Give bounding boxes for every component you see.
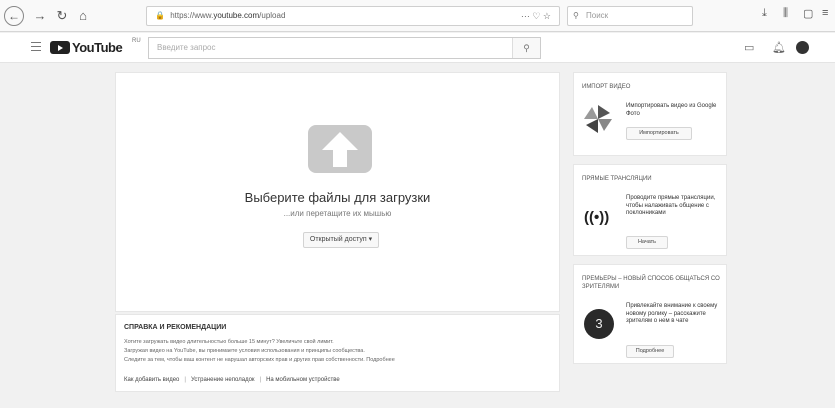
help-line: Следите за тем, чтобы ваш контент не нар… (124, 357, 395, 363)
url-path: /upload (259, 11, 286, 20)
browser-search-field[interactable]: ⚲ Поиск (567, 6, 693, 26)
premiere-card-text: Привлекайте внимание к своему новому рол… (626, 303, 718, 324)
upload-arrow-icon[interactable] (308, 125, 372, 173)
help-link-how-to-upload[interactable]: Как добавить видео (124, 377, 179, 383)
import-card-title: ИМПОРТ ВИДЕО (582, 84, 631, 90)
home-icon[interactable]: ⌂ (75, 8, 91, 24)
url-host: youtube.com (213, 11, 260, 20)
download-icon[interactable]: ⤓ (762, 7, 767, 20)
help-line: Загружая видео на YouTube, вы принимаете… (124, 348, 365, 354)
live-card-text: Проводите прямые трансляции, чтобы налаж… (626, 195, 716, 216)
premiere-card-title: ПРЕМЬЕРЫ – НОВЫЙ СПОСОБ ОБЩАТЬСЯ СО ЗРИТ… (582, 276, 720, 290)
premiere-countdown-icon: 3 (584, 309, 614, 339)
upload-title: Выберите файлы для загрузки (244, 190, 431, 205)
logo-text: YouTube (72, 40, 123, 55)
create-video-icon[interactable]: ▭ (744, 41, 754, 54)
notifications-bell-icon[interactable]: 🔔︎ (772, 41, 786, 54)
start-live-button[interactable]: Начать (626, 236, 668, 249)
help-link-mobile[interactable]: На мобильном устройстве (266, 377, 340, 383)
help-section: СПРАВКА И РЕКОМЕНДАЦИИ Хотите загружать … (115, 314, 560, 392)
lock-icon: 🔒 (155, 11, 165, 20)
learn-more-button[interactable]: Подробнее (626, 345, 674, 358)
browser-menu-icon[interactable]: ≡ (822, 7, 828, 19)
browser-search-placeholder: Поиск (586, 11, 609, 20)
live-card-title: ПРЯМЫЕ ТРАНСЛЯЦИИ (582, 176, 652, 182)
library-icon[interactable]: ⫼ (783, 7, 788, 20)
arrow-stem (333, 149, 347, 167)
sidebar-icon[interactable]: ▢ (803, 7, 813, 20)
privacy-dropdown[interactable]: Открытый доступ ▾ (303, 232, 379, 248)
premiere-card: ПРЕМЬЕРЫ – НОВЫЙ СПОСОБ ОБЩАТЬСЯ СО ЗРИТ… (573, 264, 727, 364)
import-button[interactable]: Импортировать (626, 127, 692, 140)
import-video-card: ИМПОРТ ВИДЕО Импортировать видео из Goog… (573, 72, 727, 156)
arrow-head (322, 132, 358, 150)
logo-region: RU (132, 38, 141, 44)
search-button[interactable]: ⚲ (512, 38, 540, 58)
avatar[interactable] (796, 41, 809, 54)
help-links: Как добавить видео | Устранение неполадок |… (124, 377, 340, 383)
import-card-text: Импортировать видео из Google Фото (626, 103, 717, 117)
search-placeholder: Введите запрос (157, 43, 216, 52)
url-prefix: https://www. (170, 11, 214, 20)
browser-toolbar: ← → ↻ ⌂ 🔒 https://www.youtube.com/upload… (0, 0, 835, 32)
youtube-search-input[interactable]: Введите запрос ⚲ (148, 37, 541, 59)
page-actions-icons[interactable]: ··· ♡ ☆ (521, 7, 551, 25)
help-title: СПРАВКА И РЕКОМЕНДАЦИИ (124, 324, 227, 331)
reload-icon[interactable]: ↻ (54, 8, 70, 24)
upload-dropzone[interactable]: Выберите файлы для загрузки ...или перет… (115, 72, 560, 312)
google-photos-icon (584, 105, 612, 133)
back-icon[interactable]: ← (4, 6, 24, 26)
search-icon: ⚲ (523, 43, 530, 53)
divider: | (184, 377, 186, 383)
help-link-troubleshooting[interactable]: Устранение неполадок (191, 377, 255, 383)
search-icon: ⚲ (573, 11, 579, 20)
address-bar[interactable]: 🔒 https://www.youtube.com/upload ··· ♡ ☆ (146, 6, 560, 26)
youtube-header: YouTube RU Введите запрос ⚲ ▭ 🔔︎ (0, 33, 835, 63)
play-logo-icon (50, 41, 70, 54)
broadcast-icon: ((•)) (584, 209, 610, 226)
divider: | (259, 377, 262, 383)
hamburger-menu-icon[interactable] (31, 42, 41, 51)
upload-subtitle: ...или перетащите их мышью (283, 209, 392, 218)
live-stream-card: ПРЯМЫЕ ТРАНСЛЯЦИИ ((•)) Проводите прямые… (573, 164, 727, 256)
forward-icon[interactable]: → (32, 8, 48, 24)
help-line: Хотите загружать видео длительностью бол… (124, 339, 334, 345)
